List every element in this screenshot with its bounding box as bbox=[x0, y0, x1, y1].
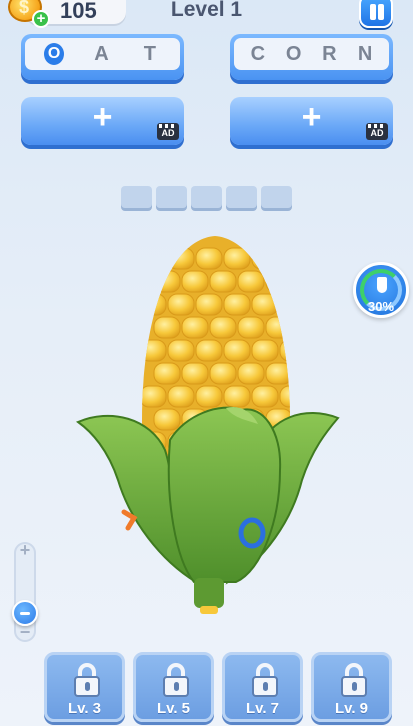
lock-icon bbox=[341, 663, 367, 697]
locked-level-card[interactable]: Lv. 5 bbox=[133, 652, 214, 722]
level-label: Lv. 5 bbox=[156, 700, 191, 717]
lock-icon bbox=[163, 663, 189, 697]
level-label: Lv. 3 bbox=[67, 700, 102, 717]
locked-level-card[interactable]: Lv. 9 bbox=[311, 652, 392, 722]
locked-levels-row: Lv. 3 Lv. 5 Lv. 7 Lv. 9 bbox=[44, 652, 392, 722]
zoom-in-icon[interactable]: + bbox=[14, 540, 36, 561]
locked-level-card[interactable]: Lv. 3 bbox=[44, 652, 125, 722]
locked-level-card[interactable]: Lv. 7 bbox=[222, 652, 303, 722]
hidden-letter-fragment[interactable] bbox=[121, 509, 138, 531]
lock-icon bbox=[252, 663, 278, 697]
level-label: Lv. 7 bbox=[245, 700, 280, 717]
drill-icon bbox=[377, 277, 387, 293]
level-label: Lv. 9 bbox=[334, 700, 369, 717]
lock-icon bbox=[74, 663, 100, 697]
corn-object[interactable] bbox=[0, 0, 413, 726]
corn-husk[interactable] bbox=[75, 406, 340, 614]
progress-percent: 30% bbox=[367, 299, 395, 314]
zoom-slider[interactable]: + − bbox=[12, 540, 38, 643]
progress-badge[interactable]: 30% bbox=[353, 262, 409, 318]
zoom-out-icon[interactable]: − bbox=[14, 622, 36, 643]
